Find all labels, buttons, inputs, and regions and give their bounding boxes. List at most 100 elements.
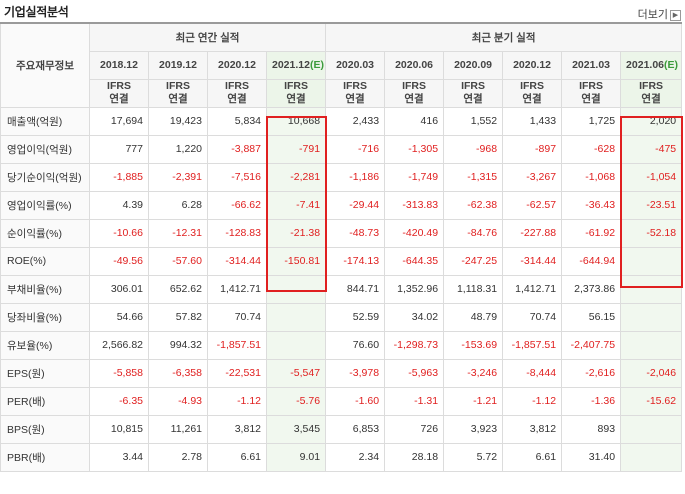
value-cell: 70.74: [502, 302, 563, 332]
ifrs-header: IFRS 연결: [265, 78, 327, 108]
value-cell: -5,963: [384, 358, 445, 388]
row-label: PBR(배): [0, 442, 90, 472]
period-header: 2020.12: [207, 50, 267, 80]
period-header: 2021.12(E): [265, 50, 327, 80]
value-cell: -1.12: [502, 386, 563, 416]
value-cell: -1.31: [384, 386, 445, 416]
value-cell: -1.60: [325, 386, 386, 416]
section-title: 기업실적분석: [4, 5, 69, 19]
value-cell: [620, 414, 683, 444]
table-row: 당기순이익(억원) -1,885 -2,391 -7,516 -2,281 -1,186-…: [0, 162, 683, 192]
value-cell: 2,020: [620, 106, 683, 136]
value-cell: -174.13: [325, 246, 386, 276]
period-row: 2018.12 2019.12 2020.12 2021.12(E) 2020.03 20…: [1, 50, 683, 80]
value-cell: 3,545: [265, 414, 327, 444]
value-cell: -57.60: [148, 246, 208, 276]
value-cell: 1,352.96: [384, 274, 445, 304]
value-cell: -314.44: [207, 246, 267, 276]
value-cell: -1,749: [384, 162, 445, 192]
value-cell: -62.57: [502, 190, 563, 220]
value-cell: 3.44: [89, 442, 149, 472]
value-cell: -314.44: [502, 246, 563, 276]
value-cell: -5,858: [89, 358, 149, 388]
ifrs-header: IFRS 연결: [620, 78, 683, 108]
group-header-row: 주요재무정보 최근 연간 실적 최근 분기 실적: [0, 22, 683, 108]
value-cell: [620, 442, 683, 472]
table-row: 부채비율(%) 306.01 652.62 1,412.71 844.71 1,352.9…: [0, 274, 683, 304]
value-cell: -5.76: [265, 386, 327, 416]
value-cell: -1,305: [384, 134, 445, 164]
value-cell: -6,358: [148, 358, 208, 388]
value-cell: -1.21: [443, 386, 504, 416]
value-cell: -6.35: [89, 386, 149, 416]
table-row: 순이익률(%) -10.66 -12.31 -128.83 -21.38 -48.73 -4…: [0, 218, 683, 248]
row-label: 영업이익률(%): [0, 190, 90, 220]
period-header: 2020.03: [325, 50, 386, 80]
value-cell: 6.61: [207, 442, 267, 472]
table-row: PBR(배) 3.44 2.78 6.61 9.01 2.34 28.18 5.72 6.61 3…: [0, 442, 683, 472]
consolidated-label: 연결: [345, 93, 365, 105]
ifrs-label: IFRS: [579, 80, 603, 92]
value-cell: -52.18: [620, 218, 683, 248]
value-cell: -4.93: [148, 386, 208, 416]
table-row: 영업이익률(%) 4.39 6.28 -66.62 -7.41 -29.44 -313.83…: [0, 190, 683, 220]
period-label: 2020.06: [395, 59, 434, 71]
value-cell: -10.66: [89, 218, 149, 248]
consolidated-label: 연결: [109, 93, 129, 105]
value-cell: 652.62: [148, 274, 208, 304]
table-row: 유보율(%) 2,566.82 994.32 -1,857.51 76.60 -1,298…: [0, 330, 683, 360]
value-cell: [265, 330, 327, 360]
ifrs-label: IFRS: [107, 80, 131, 92]
value-cell: 1,433: [502, 106, 563, 136]
value-cell: 306.01: [89, 274, 149, 304]
value-cell: -968: [443, 134, 504, 164]
more-link[interactable]: 더보기 ▶: [638, 6, 681, 22]
row-label: PER(배): [0, 386, 90, 416]
value-cell: -5,547: [265, 358, 327, 388]
value-cell: 1,725: [561, 106, 622, 136]
period-label: 2021.06: [626, 59, 665, 71]
more-label: 더보기: [637, 9, 668, 21]
value-cell: [265, 302, 327, 332]
period-header: 2021.03: [561, 50, 622, 80]
table-row: 당좌비율(%) 54.66 57.82 70.74 52.59 34.02 48.79 70.…: [0, 302, 683, 332]
value-cell: -29.44: [325, 190, 386, 220]
value-cell: -36.43: [561, 190, 622, 220]
value-cell: -23.51: [620, 190, 683, 220]
value-cell: 11,261: [148, 414, 208, 444]
table-row: 영업이익(억원) 777 1,220 -3,887 -791 -716 -1,305 -968…: [0, 134, 683, 164]
table-row: BPS(원) 10,815 11,261 3,812 3,545 6,853 726 3,92…: [0, 414, 683, 444]
value-cell: 844.71: [325, 274, 386, 304]
value-cell: 56.15: [561, 302, 622, 332]
value-cell: 2,433: [325, 106, 386, 136]
period-header: 2018.12: [89, 50, 149, 80]
period-label: 2020.12: [218, 59, 256, 71]
ifrs-header: IFRS 연결: [561, 78, 622, 108]
value-cell: 1,220: [148, 134, 208, 164]
ifrs-label: IFRS: [520, 80, 544, 92]
value-cell: 31.40: [561, 442, 622, 472]
value-cell: -3,978: [325, 358, 386, 388]
value-cell: -1,068: [561, 162, 622, 192]
table-row: PER(배) -6.35 -4.93 -1.12 -5.76 -1.60 -1.31 -1.2…: [0, 386, 683, 416]
value-cell: 54.66: [89, 302, 149, 332]
table-row: 매출액(억원) 17,694 19,423 5,834 10,668 2,433 416 1,…: [0, 106, 683, 136]
value-cell: -153.69: [443, 330, 504, 360]
row-label: 당좌비율(%): [0, 302, 90, 332]
value-cell: -628: [561, 134, 622, 164]
period-label: 2018.12: [100, 59, 138, 71]
value-cell: -12.31: [148, 218, 208, 248]
ifrs-label: IFRS: [284, 80, 308, 92]
value-cell: 2,566.82: [89, 330, 149, 360]
value-cell: [620, 274, 683, 304]
value-cell: 10,815: [89, 414, 149, 444]
value-cell: -227.88: [502, 218, 563, 248]
value-cell: -1.36: [561, 386, 622, 416]
value-cell: -1,885: [89, 162, 149, 192]
value-cell: -22,531: [207, 358, 267, 388]
value-cell: -8,444: [502, 358, 563, 388]
value-cell: -1,315: [443, 162, 504, 192]
row-label: 당기순이익(억원): [0, 162, 90, 192]
ifrs-label: IFRS: [461, 80, 485, 92]
consolidated-label: 연결: [404, 93, 424, 105]
